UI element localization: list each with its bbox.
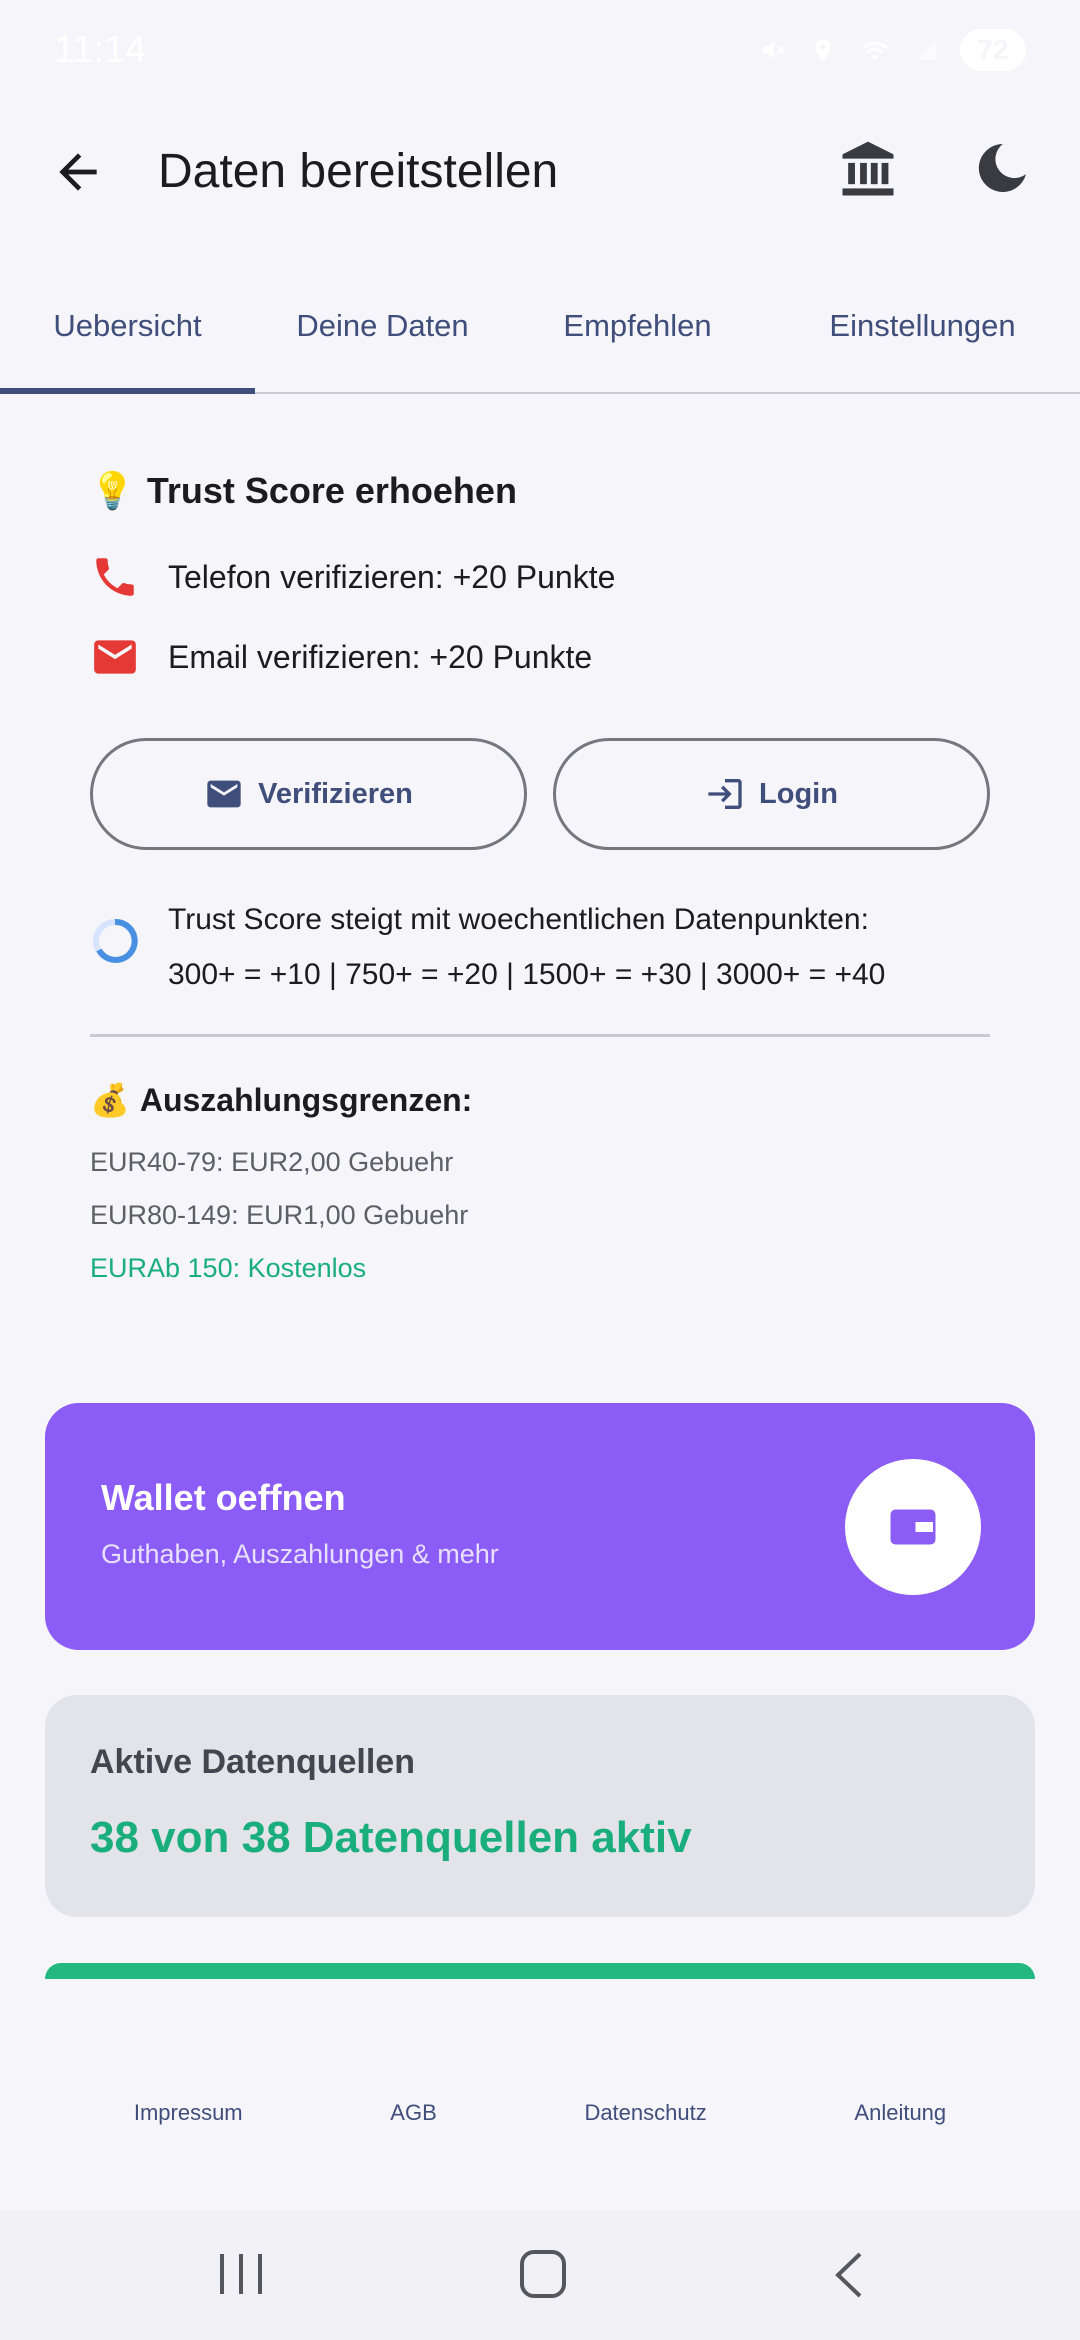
status-bar: 11:14 72 <box>0 0 1080 100</box>
payout-tier-3: EURAb 150: Kostenlos <box>90 1253 367 1283</box>
trust-progress-line2: 300+ = +10 | 750+ = +20 | 1500+ = +30 | … <box>168 958 886 991</box>
active-sources-title: Aktive Datenquellen <box>90 1743 415 1781</box>
email-icon <box>207 780 241 808</box>
nav-back-icon[interactable] <box>828 2250 868 2300</box>
tab-uebersicht[interactable]: Uebersicht <box>0 260 255 394</box>
email-verify-row: Email verifizieren: +20 Punkte <box>90 632 990 682</box>
wallet-icon-circle <box>845 1459 981 1595</box>
progress-spinner-icon <box>93 918 138 963</box>
dark-mode-moon-icon[interactable] <box>970 136 1034 200</box>
active-sources-card[interactable]: Aktive Datenquellen 38 von 38 Datenquell… <box>45 1695 1035 1917</box>
money-bag-icon: 💰 <box>90 1082 130 1118</box>
wallet-icon <box>890 1509 936 1545</box>
tab-einstellungen-label: Einstellungen <box>829 308 1016 343</box>
anleitung-link[interactable]: Anleitung <box>854 2100 946 2126</box>
impressum-link[interactable]: Impressum <box>134 2100 243 2126</box>
divider <box>90 1034 990 1037</box>
verify-button-label: Verifizieren <box>258 777 413 810</box>
home-icon[interactable] <box>520 2250 566 2298</box>
signal-icon <box>916 40 936 60</box>
agb-link[interactable]: AGB <box>390 2100 436 2126</box>
trust-score-heading: 💡 Trust Score erhoehen <box>90 470 990 512</box>
status-time: 11:14 <box>54 28 147 71</box>
payout-title: Auszahlungsgrenzen: <box>139 1081 473 1118</box>
system-nav-bar <box>0 2210 1080 2340</box>
phone-verify-label: Telefon verifizieren: +20 Punkte <box>168 558 616 595</box>
payout-heading: 💰 Auszahlungsgrenzen: <box>90 1081 990 1119</box>
login-icon <box>708 779 742 809</box>
phone-icon <box>96 558 134 596</box>
wallet-subtitle: Guthaben, Auszahlungen & mehr <box>101 1539 499 1569</box>
scroll-clip <box>0 1979 1080 2009</box>
back-arrow-icon[interactable] <box>50 144 106 200</box>
trust-score-title: Trust Score erhoehen <box>146 470 517 511</box>
trust-progress-text: Trust Score steigt mit woechentlichen Da… <box>168 892 885 1002</box>
active-sources-value: 38 von 38 Datenquellen aktiv <box>90 1813 692 1862</box>
mute-icon <box>763 41 786 59</box>
phone-verify-row: Telefon verifizieren: +20 Punkte <box>90 552 990 602</box>
tab-bar: Uebersicht Deine Daten Empfehlen Einstel… <box>0 260 1080 394</box>
bank-icon[interactable] <box>834 136 902 204</box>
wallet-title: Wallet oeffnen <box>101 1477 346 1518</box>
trust-progress-info: Trust Score steigt mit woechentlichen Da… <box>90 892 990 1002</box>
status-icons: 72 <box>758 29 1026 71</box>
payout-tier-2: EUR80-149: EUR1,00 Gebuehr <box>90 1200 469 1230</box>
trust-progress-line1: Trust Score steigt mit woechentlichen Da… <box>168 903 869 936</box>
trust-actions: Verifizieren Login <box>90 738 990 850</box>
login-button[interactable]: Login <box>553 738 990 850</box>
trust-score-section: 💡 Trust Score erhoehen Telefon verifizie… <box>90 470 990 1284</box>
email-verify-label: Email verifizieren: +20 Punkte <box>168 638 593 675</box>
open-wallet-card[interactable]: Wallet oeffnen Guthaben, Auszahlungen & … <box>45 1403 1035 1650</box>
lightbulb-icon: 💡 <box>90 470 135 511</box>
footer-links: Impressum AGB Datenschutz Anleitung <box>0 2088 1080 2138</box>
page-title: Daten bereitstellen <box>158 145 559 198</box>
datenschutz-link[interactable]: Datenschutz <box>584 2100 706 2126</box>
email-icon <box>94 640 136 674</box>
tab-deine-daten[interactable]: Deine Daten <box>255 260 510 392</box>
next-card-peek[interactable] <box>45 1963 1035 1979</box>
payout-tier-1: EUR40-79: EUR2,00 Gebuehr <box>90 1147 454 1177</box>
recents-icon[interactable] <box>218 2252 264 2296</box>
verify-button[interactable]: Verifizieren <box>90 738 527 850</box>
battery-indicator: 72 <box>960 29 1026 71</box>
tab-empfehlen[interactable]: Empfehlen <box>510 260 765 392</box>
wifi-icon <box>861 41 889 60</box>
location-icon <box>815 39 831 61</box>
tab-einstellungen[interactable]: Einstellungen <box>765 260 1080 392</box>
login-button-label: Login <box>759 777 838 810</box>
top-app-bar: Daten bereitstellen <box>0 120 1080 220</box>
